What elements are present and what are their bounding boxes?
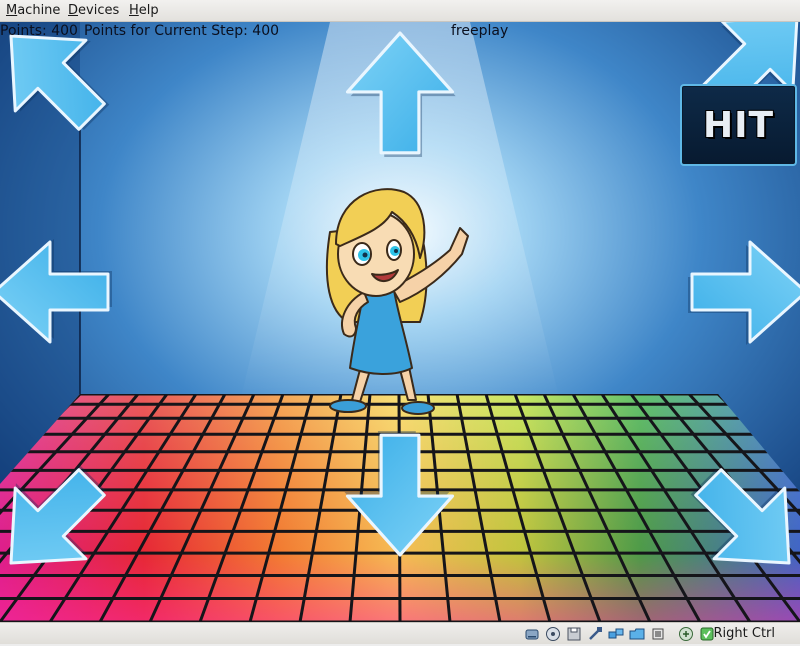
network-icon[interactable]	[608, 626, 624, 642]
hard-disk-icon[interactable]	[524, 626, 540, 642]
mouse-integration-icon[interactable]	[678, 626, 694, 642]
hit-button-label: HIT	[702, 104, 775, 146]
points-label: Points: 400	[0, 23, 78, 39]
game-mode-label: freeplay	[451, 23, 509, 39]
usb-icon[interactable]	[587, 626, 603, 642]
step-points-label: Points for Current Step: 400	[84, 23, 280, 39]
host-key-label: Right Ctrl	[713, 626, 776, 641]
menu-help[interactable]: Help	[129, 3, 159, 18]
menu-bar: Machine Devices Help	[0, 0, 800, 22]
menu-devices[interactable]: Devices	[68, 3, 119, 18]
shared-folders-icon[interactable]	[629, 626, 645, 642]
game-viewport[interactable]: Points: 400 Points for Current Step: 400…	[0, 22, 800, 622]
hit-button[interactable]: HIT	[680, 84, 797, 166]
cpu-virtualization-icon[interactable]	[650, 626, 666, 642]
floppy-icon[interactable]	[566, 626, 582, 642]
status-bar: Right Ctrl	[0, 622, 800, 644]
menu-machine[interactable]: Machine	[6, 3, 60, 18]
optical-drive-icon[interactable]	[545, 626, 561, 642]
